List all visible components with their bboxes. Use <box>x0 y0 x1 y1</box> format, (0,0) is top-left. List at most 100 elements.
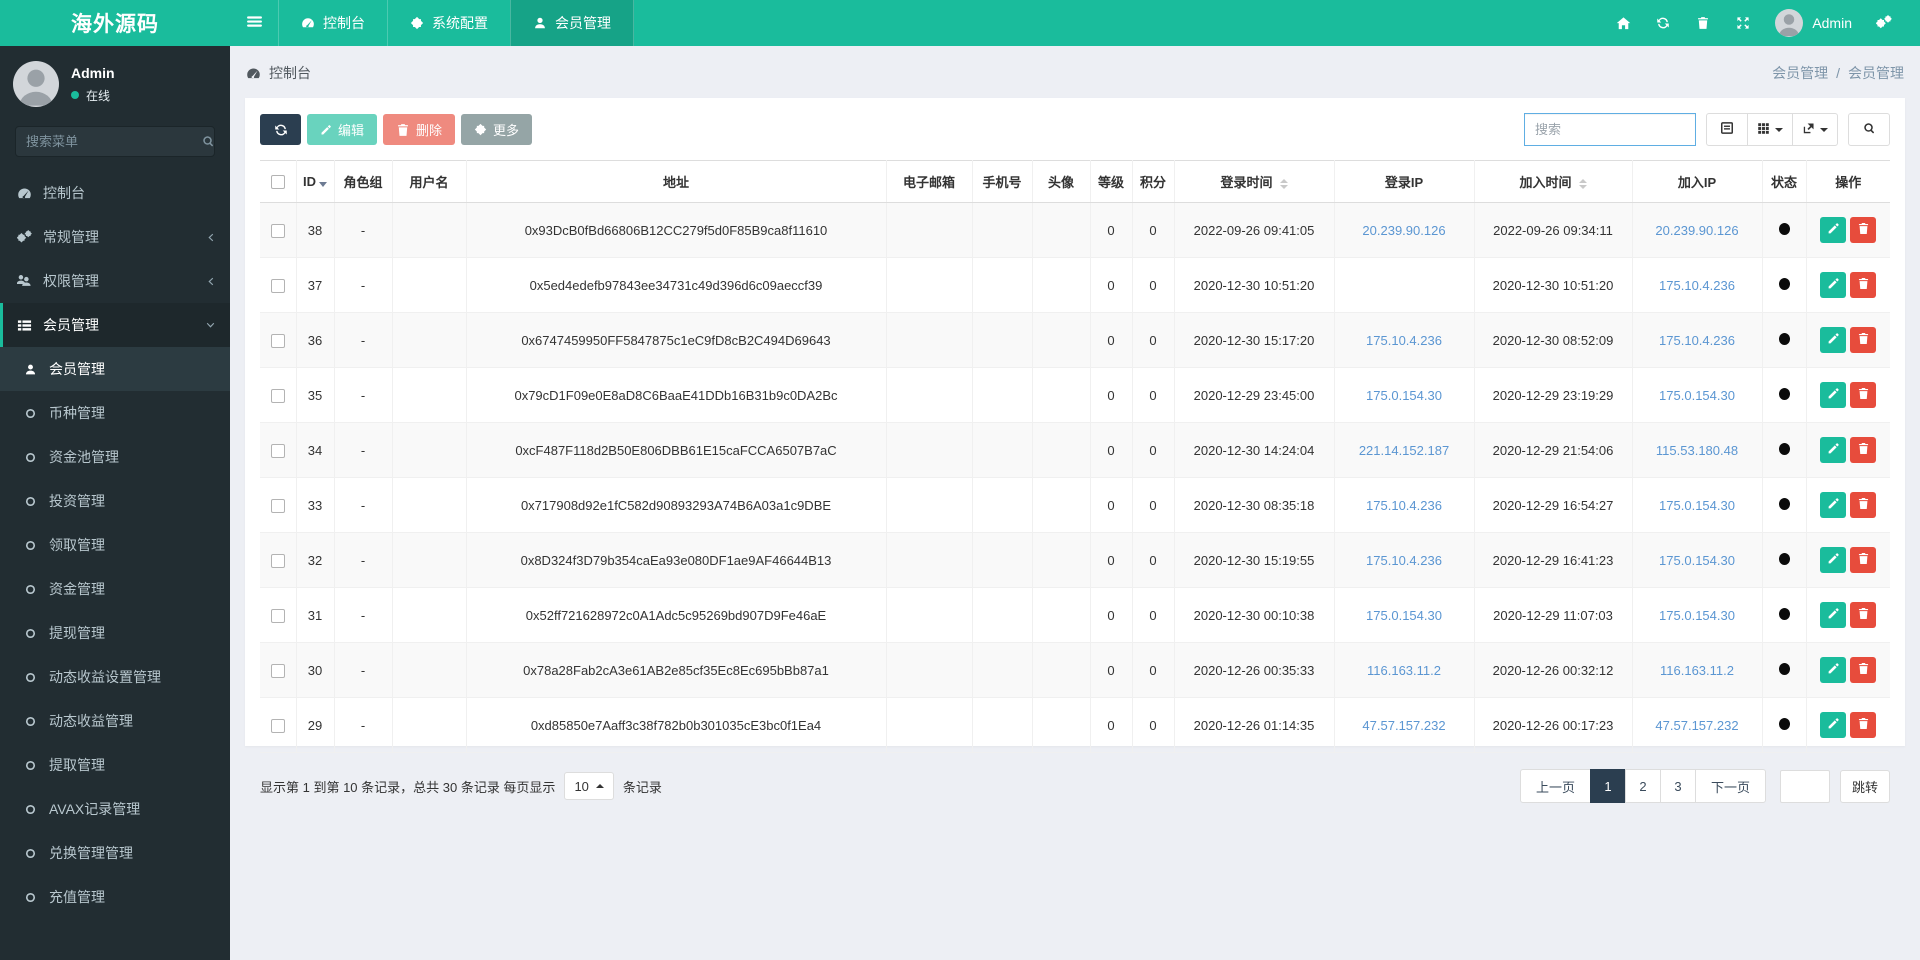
row-edit-button[interactable] <box>1820 657 1846 683</box>
prev-page-button[interactable]: 上一页 <box>1520 769 1591 803</box>
user-menu[interactable]: Admin <box>1763 9 1864 37</box>
ip-link[interactable]: 175.0.154.30 <box>1659 553 1735 568</box>
sidebar-toggle-button[interactable] <box>230 0 278 46</box>
sidebar-menu-item[interactable]: 会员管理 <box>0 303 230 347</box>
row-delete-button[interactable] <box>1850 437 1876 463</box>
ip-link[interactable]: 175.0.154.30 <box>1366 388 1442 403</box>
sidebar-submenu-item[interactable]: 资金池管理 <box>0 435 230 479</box>
row-delete-button[interactable] <box>1850 602 1876 628</box>
row-edit-button[interactable] <box>1820 272 1846 298</box>
ip-link[interactable]: 116.163.11.2 <box>1660 663 1734 678</box>
page-number-button[interactable]: 2 <box>1625 769 1661 803</box>
ip-link[interactable]: 175.10.4.236 <box>1659 278 1735 293</box>
sidebar-submenu-item[interactable]: 币种管理 <box>0 391 230 435</box>
search-button[interactable] <box>1848 113 1890 146</box>
col-header-login-time[interactable]: 登录时间 <box>1174 161 1334 203</box>
ip-link[interactable]: 20.239.90.126 <box>1362 223 1445 238</box>
sidebar-submenu-item[interactable]: 动态收益设置管理 <box>0 655 230 699</box>
jump-page-input[interactable] <box>1780 770 1830 803</box>
sidebar-submenu-item[interactable]: 动态收益管理 <box>0 699 230 743</box>
row-checkbox[interactable] <box>271 224 285 238</box>
ip-link[interactable]: 175.10.4.236 <box>1366 498 1442 513</box>
ip-link[interactable]: 175.0.154.30 <box>1659 388 1735 403</box>
row-checkbox[interactable] <box>271 279 285 293</box>
sidebar-menu-item[interactable]: 权限管理 <box>0 259 230 303</box>
row-checkbox[interactable] <box>271 499 285 513</box>
sidebar-search-input[interactable] <box>26 134 202 149</box>
sidebar-submenu-item[interactable]: 投资管理 <box>0 479 230 523</box>
row-delete-button[interactable] <box>1850 712 1876 738</box>
sidebar-menu-item[interactable]: 控制台 <box>0 171 230 215</box>
row-delete-button[interactable] <box>1850 382 1876 408</box>
row-edit-button[interactable] <box>1820 492 1846 518</box>
home-icon[interactable] <box>1603 0 1643 46</box>
row-checkbox[interactable] <box>271 554 285 568</box>
ip-link[interactable]: 175.10.4.236 <box>1366 553 1442 568</box>
row-edit-button[interactable] <box>1820 547 1846 573</box>
sidebar-submenu-item[interactable]: 提取管理 <box>0 743 230 787</box>
row-delete-button[interactable] <box>1850 272 1876 298</box>
row-checkbox[interactable] <box>271 334 285 348</box>
row-edit-button[interactable] <box>1820 602 1846 628</box>
sidebar-submenu-item[interactable]: 充值管理 <box>0 875 230 919</box>
table-search-input[interactable] <box>1524 113 1696 146</box>
top-nav-tab[interactable]: 会员管理 <box>510 0 634 46</box>
more-button[interactable]: 更多 <box>461 114 532 145</box>
row-checkbox[interactable] <box>271 444 285 458</box>
select-all-checkbox[interactable] <box>271 175 285 189</box>
row-checkbox[interactable] <box>271 609 285 623</box>
col-header-join-time[interactable]: 加入时间 <box>1474 161 1632 203</box>
col-header-id[interactable]: ID <box>296 161 334 203</box>
breadcrumb-parent-link[interactable]: 会员管理 <box>1772 63 1828 83</box>
ip-link[interactable]: 175.0.154.30 <box>1659 498 1735 513</box>
top-nav-tab[interactable]: 控制台 <box>278 0 387 46</box>
columns-button[interactable] <box>1747 113 1793 146</box>
top-nav-tab[interactable]: 系统配置 <box>387 0 510 46</box>
row-checkbox[interactable] <box>271 719 285 733</box>
row-checkbox[interactable] <box>271 389 285 403</box>
refresh-icon[interactable] <box>1643 0 1683 46</box>
refresh-button[interactable] <box>260 114 301 145</box>
ip-link[interactable]: 221.14.152.187 <box>1359 443 1449 458</box>
row-delete-button[interactable] <box>1850 217 1876 243</box>
ip-link[interactable]: 175.0.154.30 <box>1366 608 1442 623</box>
row-edit-button[interactable] <box>1820 217 1846 243</box>
export-button[interactable] <box>1792 113 1838 146</box>
row-delete-button[interactable] <box>1850 657 1876 683</box>
row-checkbox[interactable] <box>271 664 285 678</box>
sidebar-submenu-item[interactable]: 会员管理 <box>0 347 230 391</box>
sidebar-submenu-item[interactable]: AVAX记录管理 <box>0 787 230 831</box>
page-number-button[interactable]: 3 <box>1660 769 1696 803</box>
row-edit-button[interactable] <box>1820 712 1846 738</box>
delete-button[interactable]: 删除 <box>383 114 455 145</box>
row-edit-button[interactable] <box>1820 382 1846 408</box>
row-delete-button[interactable] <box>1850 327 1876 353</box>
settings-gears-icon[interactable] <box>1864 0 1904 46</box>
edit-button[interactable]: 编辑 <box>307 114 377 145</box>
jump-button[interactable]: 跳转 <box>1840 770 1890 803</box>
ip-link[interactable]: 175.0.154.30 <box>1659 608 1735 623</box>
sidebar-submenu-item[interactable]: 领取管理 <box>0 523 230 567</box>
page-size-select[interactable]: 10 <box>564 772 613 800</box>
row-edit-button[interactable] <box>1820 327 1846 353</box>
toggle-view-button[interactable] <box>1706 113 1748 146</box>
ip-link[interactable]: 20.239.90.126 <box>1655 223 1738 238</box>
ip-link[interactable]: 47.57.157.232 <box>1655 718 1738 733</box>
row-delete-button[interactable] <box>1850 547 1876 573</box>
next-page-button[interactable]: 下一页 <box>1695 769 1766 803</box>
row-edit-button[interactable] <box>1820 437 1846 463</box>
sidebar-menu-item[interactable]: 常规管理 <box>0 215 230 259</box>
ip-link[interactable]: 47.57.157.232 <box>1362 718 1445 733</box>
cell-score: 0 <box>1132 313 1174 368</box>
trash-icon[interactable] <box>1683 0 1723 46</box>
sidebar-submenu-item[interactable]: 提现管理 <box>0 611 230 655</box>
sidebar-submenu-item[interactable]: 兑换管理管理 <box>0 831 230 875</box>
ip-link[interactable]: 116.163.11.2 <box>1367 663 1441 678</box>
ip-link[interactable]: 175.10.4.236 <box>1366 333 1442 348</box>
ip-link[interactable]: 175.10.4.236 <box>1659 333 1735 348</box>
expand-icon[interactable] <box>1723 0 1763 46</box>
row-delete-button[interactable] <box>1850 492 1876 518</box>
sidebar-submenu-item[interactable]: 资金管理 <box>0 567 230 611</box>
page-number-button[interactable]: 1 <box>1590 769 1626 803</box>
ip-link[interactable]: 115.53.180.48 <box>1656 443 1738 458</box>
